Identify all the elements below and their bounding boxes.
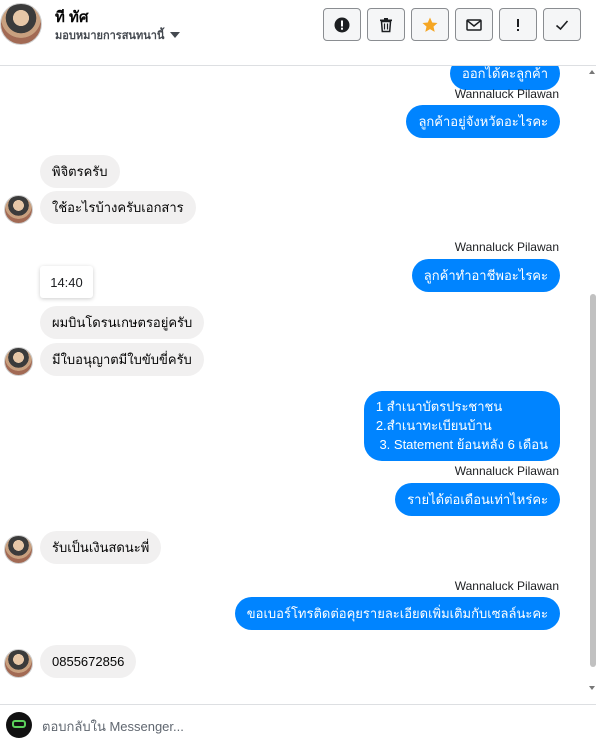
star-icon (422, 17, 438, 32)
sender-name: Wannaluck Pilawan (454, 464, 559, 478)
message-line: 2.สำเนาทะเบียนบ้าน (375, 418, 492, 433)
incoming-message[interactable]: พิจิตรครับ (40, 155, 120, 188)
outgoing-message-multiline[interactable]: 1 สำเนาบัตรประชาชน 2.สำเนาทะเบียนบ้าน 3.… (363, 391, 560, 461)
thread-scrollbar[interactable] (588, 70, 596, 690)
reply-composer (0, 704, 596, 738)
incoming-message[interactable]: มีใบอนุญาตมีใบขับขี่ครับ (40, 343, 204, 376)
message-thread[interactable]: ออกได้คะลูกค้า Wannaluck Pilawan ลูกค้าอ… (0, 66, 596, 694)
envelope-icon (466, 18, 482, 31)
contact-avatar[interactable] (0, 3, 42, 45)
mark-unread-button[interactable] (455, 8, 493, 41)
exclamation-icon (517, 18, 519, 31)
incoming-message[interactable]: ใช้อะไรบ้างครับเอกสาร (40, 191, 196, 224)
alert-circle-icon (334, 17, 350, 32)
outgoing-message[interactable]: ลูกค้าอยู่จังหวัดอะไรคะ (406, 105, 560, 138)
scrollbar-thumb[interactable] (590, 294, 596, 667)
assign-conversation-dropdown[interactable]: มอบหมายการสนทนานี้ (55, 26, 181, 44)
message-line: 1 สำเนาบัตรประชาชน (375, 399, 503, 414)
follow-up-button[interactable] (499, 8, 537, 41)
incoming-message[interactable]: รับเป็นเงินสดนะพี่ (40, 531, 162, 564)
message-line: 3. Statement ย้อนหลัง 6 เดือน (375, 437, 548, 452)
outgoing-message[interactable]: ลูกค้าทำอาชีพอะไรคะ (411, 259, 560, 292)
contact-avatar-small[interactable] (4, 649, 33, 678)
incoming-message[interactable]: ผมบินโดรนเกษตรอยู่ครับ (40, 306, 205, 339)
page-logo-icon (6, 712, 32, 738)
scroll-up-arrow-icon[interactable] (589, 70, 595, 74)
outgoing-message[interactable]: ขอเบอร์โทรติดต่อคุยรายละเอียดเพิ่มเติมกั… (234, 597, 560, 630)
conversation-header: ที ทัศ มอบหมายการสนทนานี้ (0, 0, 596, 66)
delete-button[interactable] (367, 8, 405, 41)
caret-down-icon (170, 32, 181, 38)
incoming-message[interactable]: 0855672856 (40, 645, 137, 678)
scroll-down-arrow-icon[interactable] (589, 686, 595, 690)
message-timestamp: 14:40 (40, 266, 93, 298)
reply-input[interactable] (42, 717, 542, 735)
star-button[interactable] (411, 8, 449, 41)
outgoing-message[interactable]: รายได้ต่อเดือนเท่าไหร่คะ (395, 483, 560, 516)
mark-done-button[interactable] (543, 8, 581, 41)
contact-avatar-small[interactable] (4, 195, 33, 224)
contact-avatar-small[interactable] (4, 535, 33, 564)
assign-conversation-label: มอบหมายการสนทนานี้ (55, 30, 165, 42)
sender-name: Wannaluck Pilawan (454, 87, 559, 101)
contact-avatar-small[interactable] (4, 347, 33, 376)
conversation-actions (323, 8, 581, 41)
sender-name: Wannaluck Pilawan (454, 579, 559, 593)
trash-icon (380, 17, 392, 32)
sender-name: Wannaluck Pilawan (454, 240, 559, 254)
mark-spam-button[interactable] (323, 8, 361, 41)
checkmark-icon (555, 19, 569, 30)
